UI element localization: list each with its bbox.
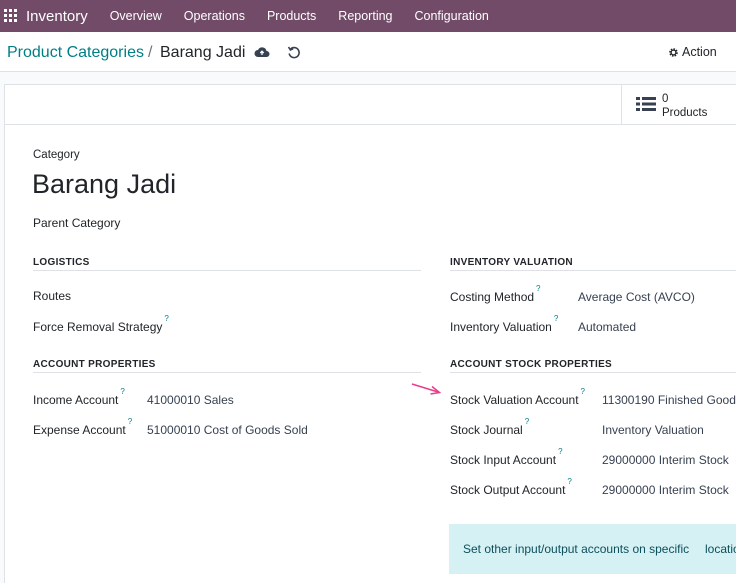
breadcrumb-current: Barang Jadi [160,44,246,61]
help-icon[interactable]: ? [581,387,585,396]
help-icon[interactable]: ? [536,284,540,293]
expense-account-field[interactable]: 51000010 Cost of Goods Sold [147,423,308,437]
logistics-divider [33,270,421,271]
routes-label: Routes [33,289,72,303]
stock-output-account-label: Stock Output Account? [450,477,572,497]
stock-journal-field[interactable]: Inventory Valuation [602,423,704,437]
nav-reporting[interactable]: Reporting [338,9,392,23]
removal-strategy-label: Force Removal Strategy? [33,314,169,334]
help-icon[interactable]: ? [558,447,562,456]
category-label: Category [33,149,80,161]
nav-overview[interactable]: Overview [110,9,162,23]
income-account-field[interactable]: 41000010 Sales [147,393,234,407]
discard-undo-icon[interactable] [287,45,301,59]
logistics-heading: LOGISTICS [33,257,90,268]
info-text: Set other input/output accounts on speci… [463,542,690,556]
help-icon[interactable]: ? [554,314,558,323]
top-navbar: Inventory Overview Operations Products R… [0,0,736,32]
control-panel: Product Categories / Barang Jadi Action [0,32,736,72]
stock-input-account-field[interactable]: 29000000 Interim Stock [602,453,729,467]
nav-configuration[interactable]: Configuration [415,9,489,23]
stock-journal-label: Stock Journal? [450,417,530,437]
stock-output-account-field[interactable]: 29000000 Interim Stock [602,483,729,497]
help-icon[interactable]: ? [525,417,529,426]
info-link[interactable]: locatio [705,542,736,556]
costing-method-field[interactable]: Average Cost (AVCO) [578,290,695,304]
action-button[interactable]: Action [668,45,717,59]
stock-valuation-account-field[interactable]: 11300190 Finished Goods [602,393,736,407]
nav-operations[interactable]: Operations [184,9,245,23]
account-properties-heading: ACCOUNT PROPERTIES [33,359,156,370]
list-icon [636,97,656,111]
help-icon[interactable]: ? [120,387,124,396]
expense-account-label: Expense Account? [33,417,133,437]
stock-valuation-account-label: Stock Valuation Account? [450,387,585,407]
account-stock-divider [450,372,736,373]
inventory-valuation-label: Inventory Valuation? [450,314,559,334]
gear-icon [669,47,678,57]
stock-input-account-label: Stock Input Account? [450,447,563,467]
category-name-input[interactable]: Barang Jadi [32,169,176,200]
inventory-valuation-field[interactable]: Automated [578,320,636,334]
action-label: Action [682,45,717,59]
cloud-save-icon[interactable] [254,45,270,59]
parent-category-label: Parent Category [33,216,121,230]
account-properties-divider [33,372,421,373]
products-label: Products [662,107,708,119]
nav-products[interactable]: Products [267,9,316,23]
help-icon[interactable]: ? [567,477,571,486]
products-smart-button[interactable]: 0 Products [621,85,736,125]
info-alert: Set other input/output accounts on speci… [449,524,736,574]
smart-button-box: 0 Products [5,85,736,125]
account-stock-heading: ACCOUNT STOCK PROPERTIES [450,359,613,370]
income-account-label: Income Account? [33,387,125,407]
inventory-valuation-heading: INVENTORY VALUATION [450,257,573,268]
app-name[interactable]: Inventory [26,8,88,25]
breadcrumb-separator: / [148,44,153,61]
costing-method-label: Costing Method? [450,284,541,304]
inventory-valuation-divider [450,270,736,271]
products-count: 0 [662,93,669,105]
apps-menu-icon[interactable] [4,9,18,23]
breadcrumb-product-categories[interactable]: Product Categories [7,44,144,62]
help-icon[interactable]: ? [128,417,132,426]
pointer-arrow-icon [411,383,442,395]
help-icon[interactable]: ? [164,314,168,323]
